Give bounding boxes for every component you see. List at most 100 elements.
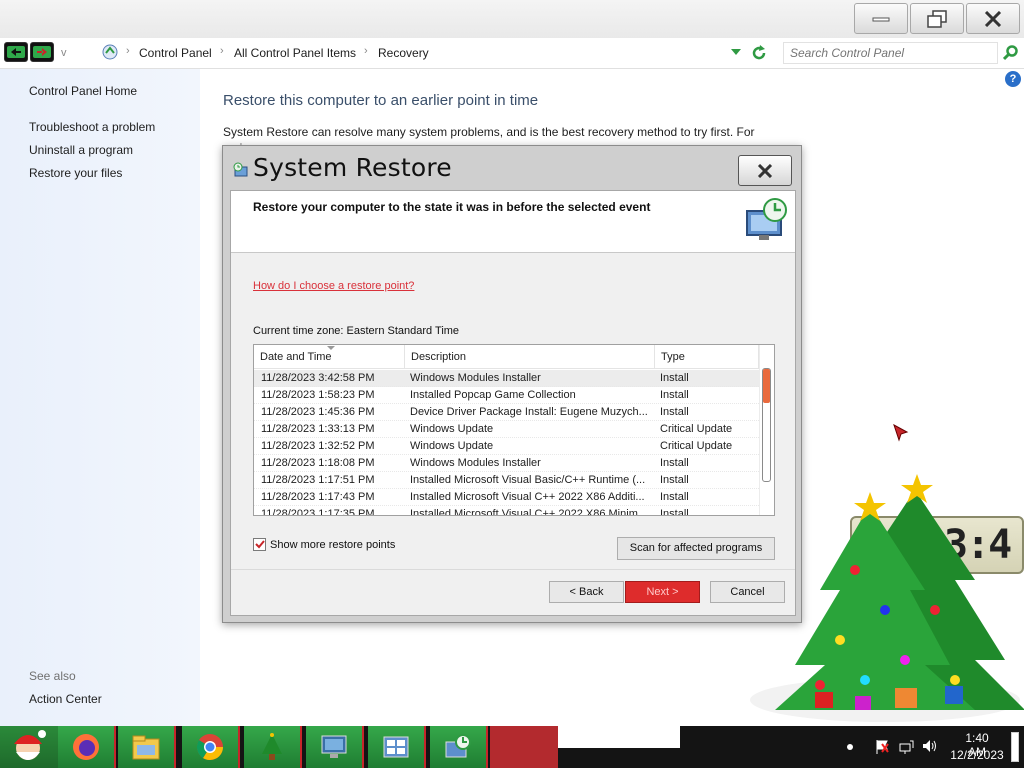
table-row[interactable]: 11/28/2023 1:17:43 PM Installed Microsof… bbox=[254, 489, 759, 506]
table-row[interactable]: 11/28/2023 1:33:13 PM Windows Update Cri… bbox=[254, 421, 759, 438]
dialog-close-button[interactable] bbox=[738, 155, 792, 186]
row-date: 11/28/2023 1:17:51 PM bbox=[261, 474, 375, 486]
close-icon bbox=[757, 163, 773, 178]
scrollbar-thumb[interactable] bbox=[762, 368, 771, 482]
mouse-cursor-icon bbox=[893, 424, 909, 442]
column-header-type[interactable]: Type bbox=[655, 345, 759, 369]
tray-dot-icon[interactable] bbox=[846, 743, 854, 751]
table-row[interactable]: 11/28/2023 1:58:23 PM Installed Popcap G… bbox=[254, 387, 759, 404]
help-button[interactable]: ? bbox=[1005, 71, 1021, 87]
row-description: Installed Popcap Game Collection bbox=[410, 389, 576, 401]
restore-point-help-link[interactable]: How do I choose a restore point? bbox=[253, 280, 414, 292]
taskbar-monitor[interactable] bbox=[306, 726, 364, 768]
row-type: Install bbox=[660, 457, 689, 469]
show-more-checkbox[interactable] bbox=[253, 538, 266, 551]
table-scrollbar[interactable] bbox=[759, 345, 774, 515]
history-dropdown-icon[interactable]: v bbox=[61, 47, 67, 59]
row-description: Windows Update bbox=[410, 423, 494, 435]
system-tray: 1:40 AM 12/2/2023 bbox=[840, 726, 1024, 768]
taskbar-firefox[interactable] bbox=[58, 726, 116, 768]
breadcrumb-separator: › bbox=[364, 45, 368, 57]
back-nav-button[interactable] bbox=[4, 42, 28, 62]
column-header-date[interactable]: Date and Time bbox=[254, 345, 405, 369]
network-icon[interactable] bbox=[898, 739, 914, 755]
dialog-footer: < Back Next > Cancel bbox=[231, 569, 795, 615]
taskbar-file-explorer[interactable] bbox=[118, 726, 176, 768]
row-description: Device Driver Package Install: Eugene Mu… bbox=[410, 406, 648, 418]
dialog-header: Restore your computer to the state it wa… bbox=[231, 191, 795, 253]
table-row[interactable]: 11/28/2023 1:17:51 PM Installed Microsof… bbox=[254, 472, 759, 489]
christmas-tree-icon bbox=[262, 733, 282, 760]
row-date: 11/28/2023 1:18:08 PM bbox=[261, 457, 375, 469]
system-restore-dialog: System Restore Restore your computer to … bbox=[222, 145, 802, 623]
forward-arrow-icon bbox=[33, 46, 51, 58]
minimize-button[interactable] bbox=[854, 3, 908, 34]
dialog-body: How do I choose a restore point? Current… bbox=[231, 253, 795, 569]
row-description: Windows Modules Installer bbox=[410, 372, 541, 384]
restore-button[interactable] bbox=[910, 3, 964, 34]
action-center-link[interactable]: Action Center bbox=[29, 692, 102, 706]
restore-icon bbox=[927, 9, 947, 28]
taskbar-christmas-tree[interactable] bbox=[244, 726, 302, 768]
breadcrumb-separator: › bbox=[220, 45, 224, 57]
address-dropdown-icon[interactable] bbox=[731, 49, 741, 56]
file-explorer-icon bbox=[132, 735, 160, 760]
row-description: Installed Microsoft Visual C++ 2022 X86 … bbox=[410, 491, 645, 503]
taskbar-system-restore[interactable] bbox=[430, 726, 488, 768]
breadcrumb-recovery[interactable]: Recovery bbox=[378, 46, 429, 60]
row-date: 11/28/2023 1:17:35 PM bbox=[261, 508, 375, 516]
show-more-restore-points-option[interactable]: Show more restore points bbox=[253, 538, 395, 551]
troubleshoot-link[interactable]: Troubleshoot a problem bbox=[29, 120, 155, 134]
scan-affected-programs-button[interactable]: Scan for affected programs bbox=[617, 537, 775, 560]
refresh-icon[interactable] bbox=[751, 45, 767, 61]
row-date: 11/28/2023 1:45:36 PM bbox=[261, 406, 375, 418]
row-date: 11/28/2023 1:17:43 PM bbox=[261, 491, 375, 503]
start-button[interactable] bbox=[0, 726, 58, 768]
timezone-label: Current time zone: Eastern Standard Time bbox=[253, 325, 460, 337]
left-navigation-pane: Control Panel Home Troubleshoot a proble… bbox=[0, 69, 200, 726]
page-title: Restore this computer to an earlier poin… bbox=[223, 92, 539, 109]
taskbar-control-panel[interactable] bbox=[368, 726, 426, 768]
restore-files-link[interactable]: Restore your files bbox=[29, 166, 122, 180]
scrollbar-grip bbox=[763, 369, 770, 403]
table-row[interactable]: 11/28/2023 1:32:52 PM Windows Update Cri… bbox=[254, 438, 759, 455]
breadcrumb-all-items[interactable]: All Control Panel Items bbox=[234, 46, 356, 60]
column-header-description[interactable]: Description bbox=[405, 345, 655, 369]
table-row[interactable]: 11/28/2023 1:45:36 PM Device Driver Pack… bbox=[254, 404, 759, 421]
breadcrumb-separator: › bbox=[126, 45, 130, 57]
volume-icon[interactable] bbox=[922, 738, 938, 754]
row-date: 11/28/2023 1:58:23 PM bbox=[261, 389, 375, 401]
taskbar-notification-strip bbox=[558, 726, 680, 748]
back-arrow-icon bbox=[7, 46, 25, 58]
table-row[interactable]: 11/28/2023 1:17:35 PM Installed Microsof… bbox=[254, 506, 759, 516]
forward-nav-button[interactable] bbox=[30, 42, 54, 62]
row-description: Windows Update bbox=[410, 440, 494, 452]
search-icon[interactable] bbox=[1003, 45, 1019, 61]
window-title-bar bbox=[0, 0, 1024, 38]
action-center-flag-icon[interactable] bbox=[874, 739, 890, 755]
dialog-content: Restore your computer to the state it wa… bbox=[230, 190, 796, 616]
row-description: Windows Modules Installer bbox=[410, 457, 541, 469]
row-date: 11/28/2023 3:42:58 PM bbox=[261, 372, 375, 384]
taskbar-active-app[interactable] bbox=[490, 726, 558, 768]
breadcrumb-control-panel[interactable]: Control Panel bbox=[139, 46, 212, 60]
control-panel-home-link[interactable]: Control Panel Home bbox=[29, 84, 137, 98]
back-button[interactable]: < Back bbox=[549, 581, 624, 603]
chrome-icon bbox=[196, 734, 224, 761]
taskbar-chrome[interactable] bbox=[182, 726, 240, 768]
close-window-button[interactable] bbox=[966, 3, 1020, 34]
cancel-button[interactable]: Cancel bbox=[710, 581, 785, 603]
checkmark-icon bbox=[254, 540, 265, 549]
table-row[interactable]: 11/28/2023 3:42:58 PM Windows Modules In… bbox=[254, 370, 759, 387]
search-box[interactable] bbox=[783, 42, 998, 64]
row-type: Install bbox=[660, 508, 689, 516]
table-row[interactable]: 11/28/2023 1:18:08 PM Windows Modules In… bbox=[254, 455, 759, 472]
clock-date[interactable]: 12/2/2023 bbox=[948, 748, 1006, 762]
show-desktop-button[interactable] bbox=[1011, 732, 1019, 762]
minimize-icon bbox=[872, 17, 890, 21]
address-bar: v › Control Panel › All Control Panel It… bbox=[0, 38, 1024, 69]
search-input[interactable] bbox=[784, 43, 997, 63]
next-button[interactable]: Next > bbox=[625, 581, 700, 603]
uninstall-program-link[interactable]: Uninstall a program bbox=[29, 143, 133, 157]
row-date: 11/28/2023 1:32:52 PM bbox=[261, 440, 375, 452]
